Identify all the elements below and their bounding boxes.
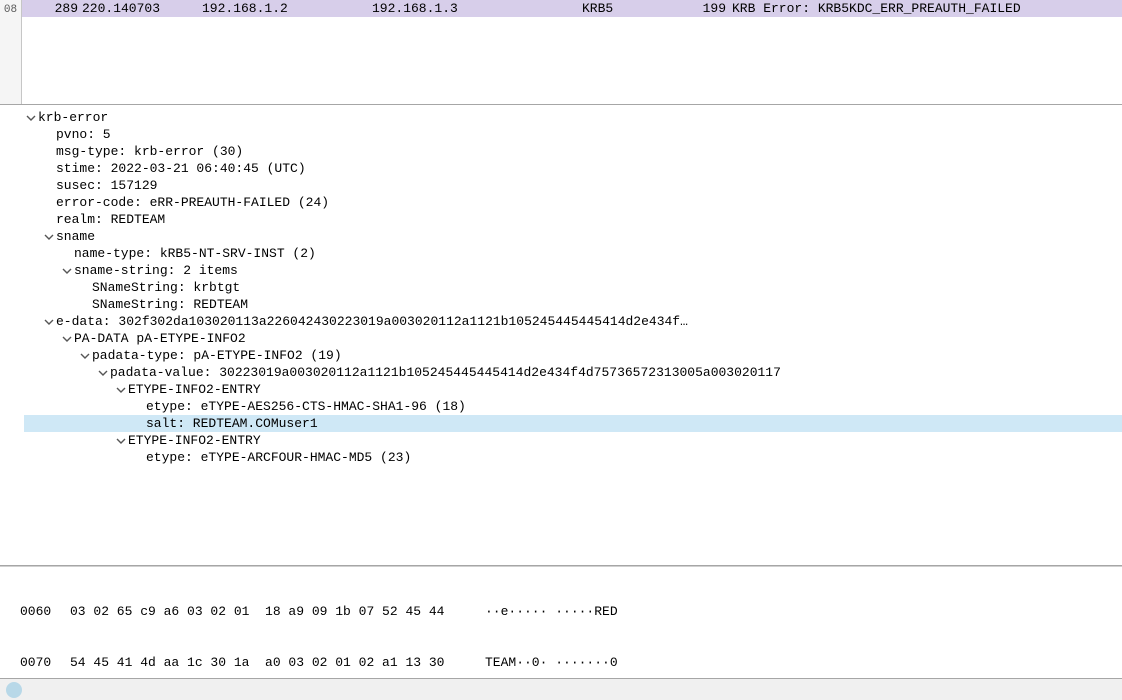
chevron-down-icon[interactable]: [24, 113, 38, 123]
tree-e-data[interactable]: e-data: 302f302da103020113a2260424302230…: [24, 313, 1122, 330]
tree-sns2[interactable]: SNameString: REDTEAM: [24, 296, 1122, 313]
packet-src: 192.168.1.2: [202, 1, 372, 16]
tree-krb-error[interactable]: krb-error: [24, 109, 1122, 126]
chevron-down-icon[interactable]: [42, 232, 56, 242]
packet-list[interactable]: 289 220.140703 192.168.1.2 192.168.1.3 K…: [22, 0, 1122, 104]
tree-stime[interactable]: stime: 2022-03-21 06:40:45 (UTC): [24, 160, 1122, 177]
tree-sname-string[interactable]: sname-string: 2 items: [24, 262, 1122, 279]
packet-list-pane: 08 289 220.140703 192.168.1.2 192.168.1.…: [0, 0, 1122, 105]
tree-msg-type[interactable]: msg-type: krb-error (30): [24, 143, 1122, 160]
statusbar: [0, 678, 1122, 700]
chevron-down-icon[interactable]: [42, 317, 56, 327]
chevron-down-icon[interactable]: [114, 385, 128, 395]
chevron-down-icon[interactable]: [96, 368, 110, 378]
packet-proto: KRB5: [582, 1, 682, 16]
chevron-down-icon[interactable]: [60, 334, 74, 344]
tree-sns1[interactable]: SNameString: krbtgt: [24, 279, 1122, 296]
packet-no: 289: [32, 1, 82, 16]
packet-info: KRB Error: KRB5KDC_ERR_PREAUTH_FAILED: [732, 1, 1122, 16]
tree-salt-selected[interactable]: salt: REDTEAM.COMuser1: [24, 415, 1122, 432]
tree-etype1[interactable]: etype: eTYPE-AES256-CTS-HMAC-SHA1-96 (18…: [24, 398, 1122, 415]
byte-row[interactable]: 007054 45 41 4d aa 1c 30 1a a0 03 02 01 …: [20, 654, 1122, 671]
tree-padata-value[interactable]: padata-value: 30223019a003020112a1121b10…: [24, 364, 1122, 381]
tree-name-type[interactable]: name-type: kRB5-NT-SRV-INST (2): [24, 245, 1122, 262]
gutter-label: 08: [4, 4, 17, 16]
packet-len: 199: [682, 1, 732, 16]
tree-etype-entry1[interactable]: ETYPE-INFO2-ENTRY: [24, 381, 1122, 398]
tree-etype2[interactable]: etype: eTYPE-ARCFOUR-HMAC-MD5 (23): [24, 449, 1122, 466]
tree-etype-entry2[interactable]: ETYPE-INFO2-ENTRY: [24, 432, 1122, 449]
globe-icon[interactable]: [6, 682, 22, 698]
byte-row[interactable]: 006003 02 65 c9 a6 03 02 01 18 a9 09 1b …: [20, 603, 1122, 620]
bytes-pane[interactable]: 006003 02 65 c9 a6 03 02 01 18 a9 09 1b …: [0, 566, 1122, 678]
left-gutter: 08: [0, 0, 22, 104]
chevron-down-icon[interactable]: [114, 436, 128, 446]
details-pane[interactable]: krb-error pvno: 5 msg-type: krb-error (3…: [0, 105, 1122, 566]
tree-pvno[interactable]: pvno: 5: [24, 126, 1122, 143]
chevron-down-icon[interactable]: [60, 266, 74, 276]
packet-dst: 192.168.1.3: [372, 1, 582, 16]
tree-pa-data[interactable]: PA-DATA pA-ETYPE-INFO2: [24, 330, 1122, 347]
tree-susec[interactable]: susec: 157129: [24, 177, 1122, 194]
packet-time: 220.140703: [82, 1, 202, 16]
tree-sname[interactable]: sname: [24, 228, 1122, 245]
packet-row[interactable]: 289 220.140703 192.168.1.2 192.168.1.3 K…: [22, 0, 1122, 17]
tree-realm[interactable]: realm: REDTEAM: [24, 211, 1122, 228]
tree-padata-type[interactable]: padata-type: pA-ETYPE-INFO2 (19): [24, 347, 1122, 364]
chevron-down-icon[interactable]: [78, 351, 92, 361]
tree-error-code[interactable]: error-code: eRR-PREAUTH-FAILED (24): [24, 194, 1122, 211]
